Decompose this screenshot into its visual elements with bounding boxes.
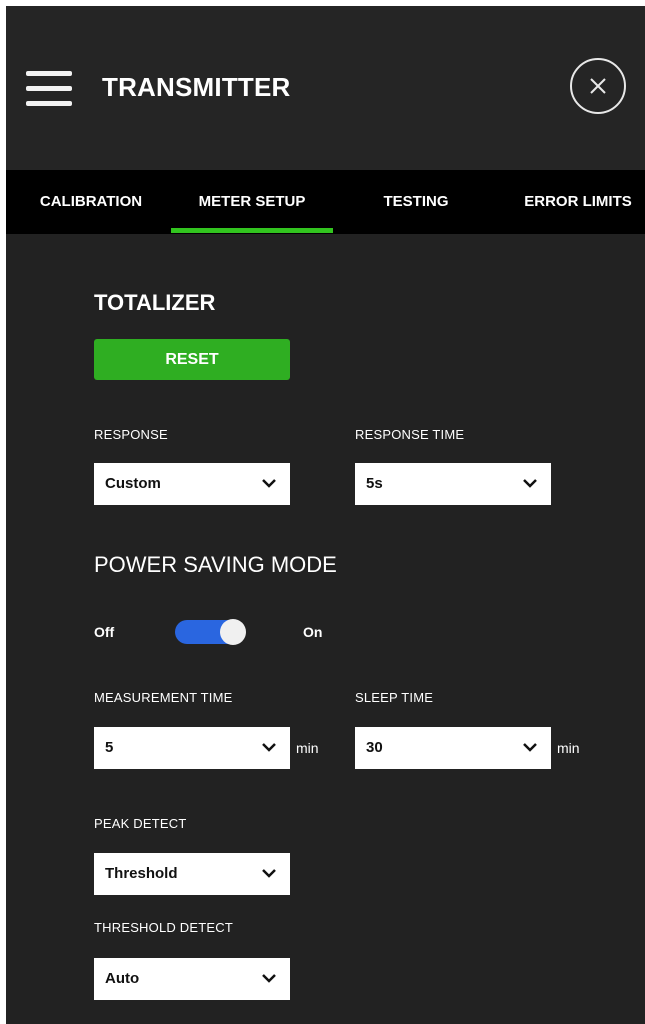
threshold-detect-label: THRESHOLD DETECT (94, 920, 233, 935)
totalizer-title: TOTALIZER (94, 290, 216, 315)
toggle-knob (220, 619, 246, 645)
active-tab-indicator (171, 228, 333, 233)
app-frame: TRANSMITTER CALIBRATION METER SETUP TEST… (6, 6, 645, 1024)
sleep-time-value: 30 (366, 739, 383, 756)
menu-button[interactable] (26, 71, 72, 107)
response-value: Custom (105, 475, 161, 492)
peak-detect-select[interactable]: Threshold (94, 853, 290, 895)
tab-error-limits[interactable]: ERROR LIMITS (511, 170, 645, 234)
response-time-select[interactable]: 5s (355, 463, 551, 505)
response-time-value: 5s (366, 475, 383, 492)
hamburger-icon (26, 101, 72, 106)
peak-detect-label: PEAK DETECT (94, 816, 187, 831)
header: TRANSMITTER (6, 6, 645, 170)
chevron-down-icon (262, 743, 276, 752)
tab-testing[interactable]: TESTING (366, 170, 466, 234)
close-icon (590, 78, 606, 94)
threshold-detect-select[interactable]: Auto (94, 958, 290, 1000)
close-button[interactable] (570, 58, 626, 114)
chevron-down-icon (262, 869, 276, 878)
tab-meter-setup[interactable]: METER SETUP (171, 170, 333, 234)
peak-detect-value: Threshold (105, 865, 178, 882)
tab-calibration[interactable]: CALIBRATION (26, 170, 156, 234)
measurement-time-label: MEASUREMENT TIME (94, 690, 233, 705)
response-select[interactable]: Custom (94, 463, 290, 505)
chevron-down-icon (262, 974, 276, 983)
power-saving-toggle[interactable] (175, 619, 246, 645)
measurement-time-unit: min (296, 740, 319, 756)
sleep-time-select[interactable]: 30 (355, 727, 551, 769)
tab-bar: CALIBRATION METER SETUP TESTING ERROR LI… (6, 170, 645, 234)
hamburger-icon (26, 86, 72, 91)
measurement-time-select[interactable]: 5 (94, 727, 290, 769)
chevron-down-icon (523, 743, 537, 752)
response-label: RESPONSE (94, 427, 168, 442)
chevron-down-icon (262, 479, 276, 488)
hamburger-icon (26, 71, 72, 76)
response-time-label: RESPONSE TIME (355, 427, 465, 442)
measurement-time-value: 5 (105, 739, 114, 756)
sleep-time-label: SLEEP TIME (355, 690, 434, 705)
page-title: TRANSMITTER (102, 72, 291, 102)
power-saving-on-label: On (303, 624, 323, 640)
threshold-detect-value: Auto (105, 970, 140, 987)
sleep-time-unit: min (557, 740, 580, 756)
power-saving-title: POWER SAVING MODE (94, 552, 337, 577)
power-saving-off-label: Off (94, 624, 115, 640)
reset-button[interactable]: RESET (94, 339, 290, 380)
chevron-down-icon (523, 479, 537, 488)
